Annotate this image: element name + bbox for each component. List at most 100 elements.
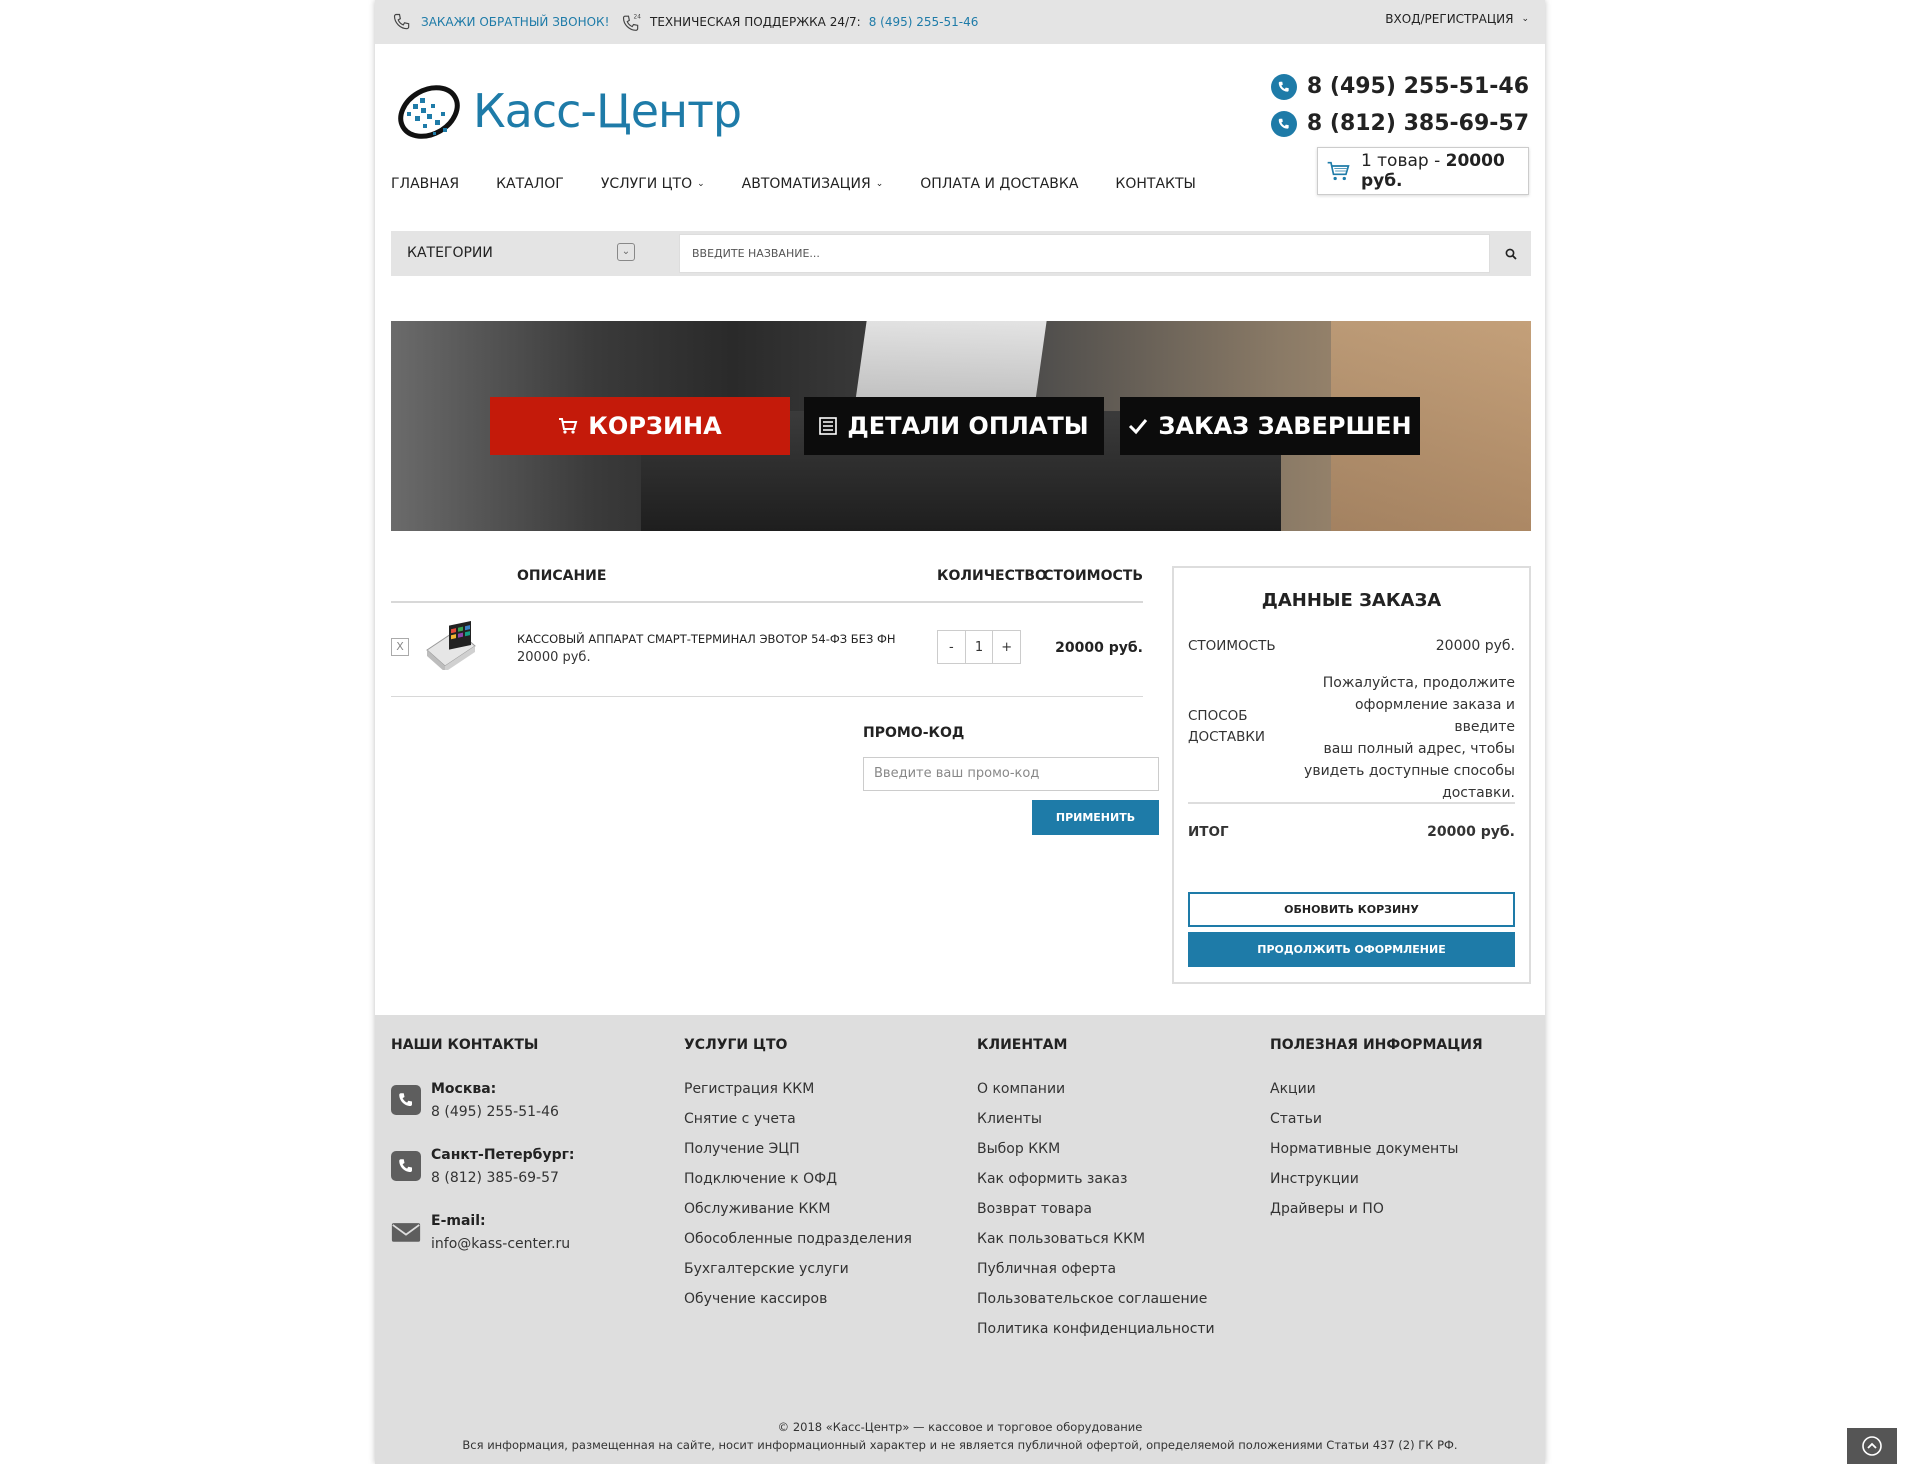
login-text[interactable]: Вход/Регистрация [1385, 12, 1513, 26]
cost-label: Стоимость [1188, 638, 1276, 654]
step-complete[interactable]: Заказ завершен [1120, 397, 1420, 455]
logo-icon [398, 85, 460, 139]
footer-link[interactable]: Получение ЭЦП [684, 1141, 912, 1171]
contact-city: Санкт-Петербург: [431, 1147, 575, 1163]
support-label: Техническая поддержка 24/7: [650, 15, 861, 29]
scroll-to-top-button[interactable] [1847, 1428, 1897, 1464]
quantity-increase-button[interactable]: + [992, 631, 1020, 663]
chevron-down-icon: ⌄ [875, 179, 884, 189]
footer-link[interactable]: Как пользоваться ККМ [977, 1231, 1215, 1261]
apply-promo-button[interactable]: Применить [1032, 800, 1159, 835]
footer-link[interactable]: О компании [977, 1081, 1215, 1111]
footer-link[interactable]: Обучение кассиров [684, 1291, 912, 1321]
quantity-input[interactable]: 1 [964, 631, 993, 663]
step-payment[interactable]: Детали оплаты [804, 397, 1104, 455]
copyright-line: Вся информация, размещенная на сайте, но… [462, 1438, 1458, 1452]
footer-link[interactable]: Клиенты [977, 1111, 1215, 1141]
delivery-note: Пожалуйста, продолжите оформление заказа… [1295, 672, 1515, 804]
contact-email-address[interactable]: info@kass-center.ru [431, 1236, 570, 1252]
footer-link[interactable]: Снятие с учета [684, 1111, 912, 1141]
footer-link[interactable]: Драйверы и ПО [1270, 1201, 1483, 1231]
contact-phone[interactable]: 8 (812) 385-69-57 [431, 1170, 575, 1186]
promo-code-input[interactable]: Введите ваш промо-код [863, 757, 1159, 791]
footer-link[interactable]: Подключение к ОФД [684, 1171, 912, 1201]
footer-heading: Наши контакты [391, 1037, 539, 1053]
nav-item-home[interactable]: Главная [391, 176, 459, 192]
quantity-decrease-button[interactable]: - [938, 631, 965, 663]
nav-item-contacts[interactable]: Контакты [1115, 176, 1195, 192]
footer-link[interactable]: Выбор ККМ [977, 1141, 1215, 1171]
phone-icon [391, 1085, 421, 1115]
footer-link[interactable]: Политика конфиденциальности [977, 1321, 1215, 1351]
header-phones: 8 (495) 255-51-46 8 (812) 385-69-57 [1270, 68, 1529, 142]
nav-label: Каталог [496, 176, 564, 192]
total-label: Итог [1188, 824, 1229, 840]
delivery-note-line: оформление заказа и введите [1354, 697, 1515, 735]
phone-number[interactable]: 8 (495) 255-51-46 [1307, 74, 1529, 99]
support-phone[interactable]: 8 (495) 255-51-46 [869, 15, 979, 29]
divider [391, 696, 1143, 697]
checkout-button[interactable]: Продолжить оформление [1188, 932, 1515, 967]
phone-row[interactable]: 8 (812) 385-69-57 [1270, 105, 1529, 142]
copyright: © 2018 «Касс-Центр» — кассовое и торгово… [375, 1418, 1545, 1454]
callback-link[interactable]: Закажи обратный звонок! [391, 12, 609, 32]
step-label: Корзина [588, 412, 722, 440]
nav-item-services[interactable]: Услуги ЦТО ⌄ [601, 176, 705, 192]
contact-city: Москва: [431, 1081, 497, 1097]
footer-link[interactable]: Обслуживание ККМ [684, 1201, 912, 1231]
search-button[interactable] [1490, 234, 1531, 273]
footer-link[interactable]: Возврат товара [977, 1201, 1215, 1231]
phone-row[interactable]: 8 (495) 255-51-46 [1270, 68, 1529, 105]
footer-heading: Полезная информация [1270, 1037, 1483, 1053]
copyright-line: © 2018 «Касс-Центр» — кассовое и торгово… [777, 1420, 1143, 1434]
product-thumbnail[interactable] [419, 620, 479, 670]
footer-heading: Услуги ЦТО [684, 1037, 788, 1053]
step-cart[interactable]: Корзина [490, 397, 790, 455]
footer-link[interactable]: Инструкции [1270, 1171, 1483, 1201]
footer-link[interactable]: Публичная оферта [977, 1261, 1215, 1291]
categories-dropdown[interactable]: Категории [407, 245, 493, 261]
login-link[interactable]: Вход/Регистрация ⌄ [1385, 12, 1529, 26]
footer-link[interactable]: Как оформить заказ [977, 1171, 1215, 1201]
column-header-description: Описание [517, 568, 607, 584]
cart-count: 1 товар - [1360, 151, 1446, 171]
footer-link[interactable]: Нормативные документы [1270, 1141, 1483, 1171]
footer: Наши контакты Москва: 8 (495) 255-51-46 С… [375, 1015, 1545, 1464]
delivery-note-line: ваш полный адрес, чтобы [1323, 741, 1515, 757]
remove-item-button[interactable]: X [391, 638, 409, 656]
footer-link[interactable]: Статьи [1270, 1111, 1483, 1141]
update-cart-button[interactable]: Обновить корзину [1188, 892, 1515, 927]
nav-label: Главная [391, 176, 460, 192]
phone-24-icon: 24 [622, 15, 641, 31]
footer-link[interactable]: Акции [1270, 1081, 1483, 1111]
footer-link[interactable]: Обособленные подразделения [684, 1231, 912, 1261]
phone-icon [393, 13, 410, 30]
footer-link[interactable]: Пользовательское соглашение [977, 1291, 1215, 1321]
footer-heading: Клиентам [977, 1037, 1068, 1053]
search-input[interactable]: Введите название... [679, 234, 1490, 273]
order-summary: Данные заказа Стоимость 20000 руб. Спосо… [1172, 566, 1531, 984]
product-name-link[interactable]: Кассовый аппарат Смарт-терминал Эвотор 5… [517, 632, 917, 646]
contact-phone[interactable]: 8 (495) 255-51-46 [431, 1104, 559, 1120]
footer-link[interactable]: Регистрация ККМ [684, 1081, 912, 1111]
header-cart[interactable]: 1 товар - 20000 руб. [1317, 147, 1529, 195]
footer-link[interactable]: Бухгалтерские услуги [684, 1261, 912, 1291]
logo[interactable]: Касс-Центр [391, 76, 742, 146]
nav-item-payment[interactable]: Оплата и доставка [920, 176, 1078, 192]
nav-item-automation[interactable]: Автоматизация ⌄ [742, 176, 884, 192]
delivery-label: Способ [1188, 708, 1248, 724]
footer-clients: Клиентам О компании Клиенты Выбор ККМ Ка… [977, 1037, 1215, 1351]
nav-label: Контакты [1115, 176, 1196, 192]
product-unit-price: 20000 руб. [517, 650, 591, 665]
phone-icon [1270, 110, 1297, 137]
main-nav: Главная Каталог Услуги ЦТО ⌄ Автоматизаци… [391, 176, 1196, 192]
chevron-down-icon[interactable]: ⌄ [617, 243, 635, 261]
callback-text[interactable]: Закажи обратный звонок! [421, 15, 609, 29]
divider [1188, 802, 1515, 804]
phone-number[interactable]: 8 (812) 385-69-57 [1307, 111, 1529, 136]
nav-item-catalog[interactable]: Каталог [496, 176, 564, 192]
column-header-cost: Стоимость [1043, 568, 1143, 584]
nav-label: Автоматизация [741, 176, 871, 192]
footer-contacts: Наши контакты Москва: 8 (495) 255-51-46 С… [391, 1037, 575, 1279]
contact-spb: Санкт-Петербург: 8 (812) 385-69-57 [391, 1147, 575, 1186]
